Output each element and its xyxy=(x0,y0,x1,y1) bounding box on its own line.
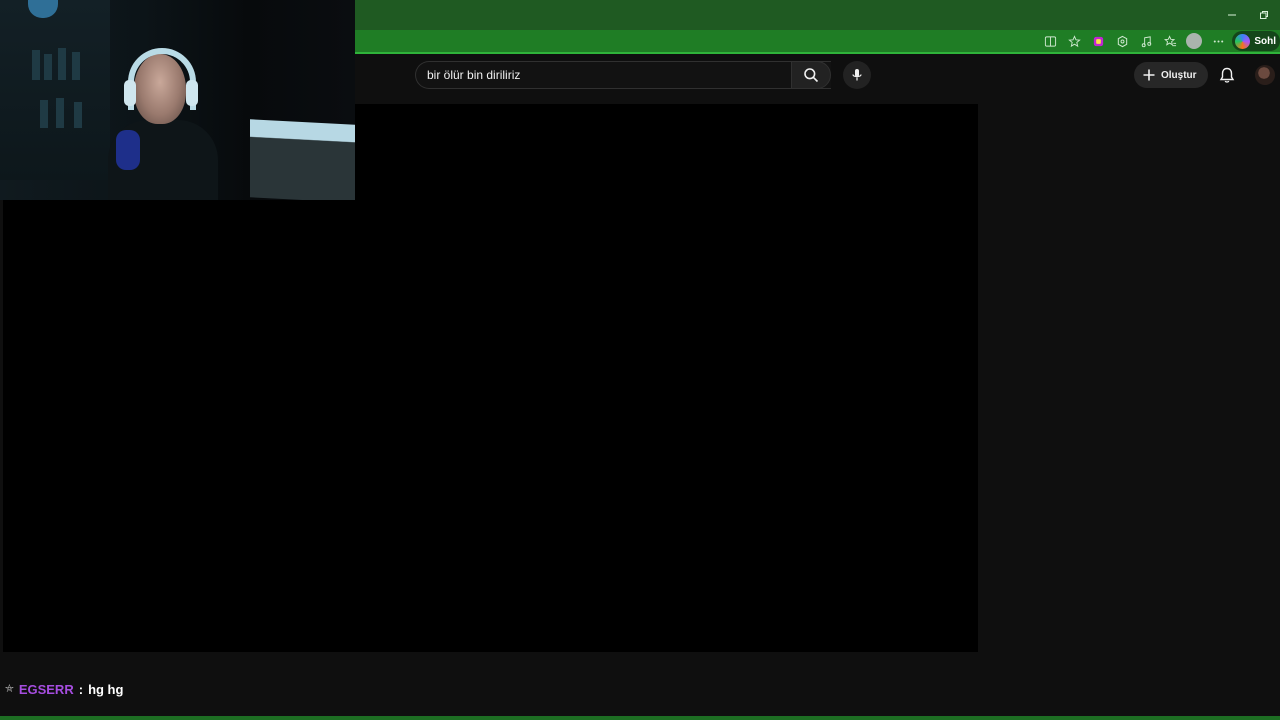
bottom-accent-bar xyxy=(0,716,1280,720)
copilot-icon xyxy=(1235,33,1251,49)
restore-icon xyxy=(1260,11,1268,19)
restore-button[interactable] xyxy=(1248,0,1280,30)
create-button[interactable]: Oluştur xyxy=(1134,62,1208,88)
chat-message: ⛤ EGSERR : hg hg xyxy=(5,678,123,700)
more-icon[interactable] xyxy=(1208,31,1228,51)
chat-badge-icon: ⛤ xyxy=(5,682,14,695)
create-button-label: Oluştur xyxy=(1161,69,1197,81)
headphone-ear-right xyxy=(186,80,198,106)
browser-titlebar xyxy=(355,0,1280,30)
chat-text: hg hg xyxy=(88,681,124,697)
profile-avatar xyxy=(1186,33,1203,49)
book xyxy=(72,52,80,80)
search-input[interactable]: bir ölür bin diriliriz xyxy=(415,61,831,89)
microphone-icon xyxy=(852,69,862,81)
background-monitor xyxy=(250,119,355,200)
book xyxy=(74,102,82,128)
browser-toolbar: Sohl xyxy=(355,30,1280,54)
account-avatar[interactable] xyxy=(1255,65,1275,85)
notifications-button[interactable] xyxy=(1215,63,1239,87)
bell-icon xyxy=(1219,67,1235,83)
split-screen-icon[interactable] xyxy=(1040,31,1060,51)
screen: Sohl bir ölür bin diriliriz Oluştur ⛤ EG… xyxy=(0,0,1280,720)
minimize-button[interactable] xyxy=(1216,0,1248,30)
side-panel xyxy=(978,104,1280,652)
search-button[interactable] xyxy=(791,61,831,89)
copilot-button[interactable]: Sohl xyxy=(1232,31,1280,51)
chat-separator: : xyxy=(78,681,84,697)
book xyxy=(44,54,52,80)
bookshelf xyxy=(0,0,110,180)
minimize-icon xyxy=(1228,14,1236,16)
chat-username: EGSERR xyxy=(18,681,74,697)
favorite-star-icon[interactable] xyxy=(1064,31,1084,51)
plus-icon xyxy=(1143,69,1155,81)
youtube-header: bir ölür bin diriliriz Oluştur xyxy=(355,56,1280,104)
microphone xyxy=(116,130,140,170)
favorites-icon[interactable] xyxy=(1160,31,1180,51)
copilot-label: Sohl xyxy=(1254,35,1276,47)
profile-icon[interactable] xyxy=(1184,31,1204,51)
book xyxy=(40,100,48,128)
window-controls xyxy=(1216,0,1280,30)
search-icon xyxy=(804,68,819,83)
book xyxy=(32,50,40,80)
headphone-ear-left xyxy=(124,80,136,106)
book xyxy=(58,48,66,80)
toolbar-icons: Sohl xyxy=(1040,30,1280,52)
webcam-overlay xyxy=(0,0,355,200)
media-icon[interactable] xyxy=(1136,31,1156,51)
extensions-icon[interactable] xyxy=(1112,31,1132,51)
voice-search-button[interactable] xyxy=(843,61,871,89)
extension-app-icon[interactable] xyxy=(1088,31,1108,51)
search-query-text[interactable]: bir ölür bin diriliriz xyxy=(427,68,803,82)
book xyxy=(56,98,64,128)
